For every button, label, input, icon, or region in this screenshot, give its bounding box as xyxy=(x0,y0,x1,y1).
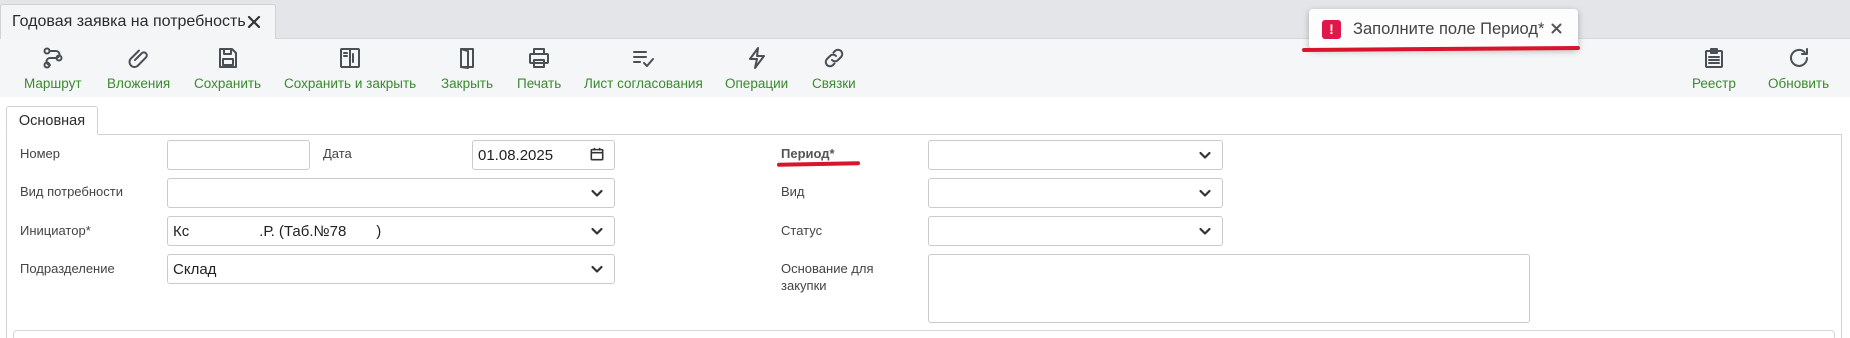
close-button[interactable]: Закрыть xyxy=(441,45,493,95)
route-icon xyxy=(40,45,66,71)
nomer-input[interactable] xyxy=(167,140,310,170)
operations-button[interactable]: Операции xyxy=(725,45,788,95)
door-icon xyxy=(454,45,480,71)
date-input[interactable]: 01.08.2025 xyxy=(472,140,615,170)
tab-main[interactable]: Основная xyxy=(6,106,98,135)
validation-toast: ! Заполните поле Период* xyxy=(1309,9,1578,49)
chevron-down-icon xyxy=(1198,224,1212,238)
date-value: 01.08.2025 xyxy=(478,146,554,164)
period-label: Период* xyxy=(781,146,835,161)
podrazdelenie-value: Склад xyxy=(173,260,217,278)
section-divider xyxy=(13,330,1835,338)
approval-list-icon xyxy=(630,45,656,71)
save-button-label: Сохранить xyxy=(194,76,262,91)
initiator-value-end: ) xyxy=(376,222,382,240)
save-and-close-button-label: Сохранить и закрыть xyxy=(284,76,417,91)
save-button[interactable]: Сохранить xyxy=(194,45,261,95)
refresh-icon xyxy=(1786,45,1812,71)
period-select[interactable] xyxy=(928,140,1223,170)
close-button-label: Закрыть xyxy=(441,76,493,91)
save-and-close-button[interactable]: Сохранить и закрыть xyxy=(284,45,416,95)
route-button[interactable]: Маршрут xyxy=(24,45,82,95)
chevron-down-icon xyxy=(1198,186,1212,200)
approval-sheet-button-label: Лист согласования xyxy=(584,76,703,91)
osnovanie-label: Основание для закупки xyxy=(781,261,874,293)
nomer-label: Номер xyxy=(20,146,61,161)
close-icon[interactable] xyxy=(245,13,263,31)
vid-potrebnosti-select[interactable] xyxy=(167,178,615,208)
save-icon xyxy=(215,45,241,71)
calendar-icon[interactable] xyxy=(590,147,606,163)
status-label: Статус xyxy=(781,223,823,238)
vid-select[interactable] xyxy=(928,178,1223,208)
link-icon xyxy=(821,45,847,71)
osnovanie-textarea[interactable] xyxy=(928,254,1530,323)
vid-potrebnosti-label: Вид потребности xyxy=(20,184,123,199)
links-button[interactable]: Связки xyxy=(812,45,856,95)
registry-button[interactable]: Реестр xyxy=(1692,45,1736,95)
attachments-button[interactable]: Вложения xyxy=(107,45,170,95)
toast-message: Заполните поле Период* xyxy=(1353,19,1545,38)
route-button-label: Маршрут xyxy=(24,76,82,91)
data-label: Дата xyxy=(323,146,352,161)
document-tab[interactable]: Годовая заявка на потребность xyxy=(0,4,276,39)
attachments-button-label: Вложения xyxy=(107,76,171,91)
vid-label: Вид xyxy=(781,184,805,199)
chevron-down-icon xyxy=(1198,148,1212,162)
initiator-value-mid: .Р. (Таб.№78 xyxy=(259,222,347,240)
podrazdelenie-label: Подразделение xyxy=(20,261,115,276)
initiator-value-start: Кс xyxy=(173,222,190,240)
links-button-label: Связки xyxy=(812,76,856,91)
chevron-down-icon xyxy=(590,224,604,238)
initiator-label: Инициатор* xyxy=(20,223,91,238)
approval-sheet-button[interactable]: Лист согласования xyxy=(584,45,703,95)
printer-icon xyxy=(526,45,552,71)
registry-button-label: Реестр xyxy=(1692,76,1736,91)
operations-button-label: Операции xyxy=(725,76,789,91)
paperclip-icon xyxy=(126,45,152,71)
status-select[interactable] xyxy=(928,216,1223,246)
registry-icon xyxy=(1701,45,1727,71)
save-close-icon xyxy=(337,45,363,71)
chevron-down-icon xyxy=(590,262,604,276)
document-tab-title: Годовая заявка на потребность xyxy=(12,13,246,30)
lightning-icon xyxy=(744,45,770,71)
refresh-button[interactable]: Обновить xyxy=(1768,45,1829,95)
close-icon[interactable] xyxy=(1549,21,1564,36)
refresh-button-label: Обновить xyxy=(1768,76,1830,91)
podrazdelenie-select[interactable]: Склад xyxy=(167,254,615,284)
print-button[interactable]: Печать xyxy=(517,45,561,95)
initiator-select[interactable]: Кс .Р. (Таб.№78 ) xyxy=(167,216,615,246)
print-button-label: Печать xyxy=(517,76,562,91)
error-icon: ! xyxy=(1322,19,1341,39)
chevron-down-icon xyxy=(590,186,604,200)
